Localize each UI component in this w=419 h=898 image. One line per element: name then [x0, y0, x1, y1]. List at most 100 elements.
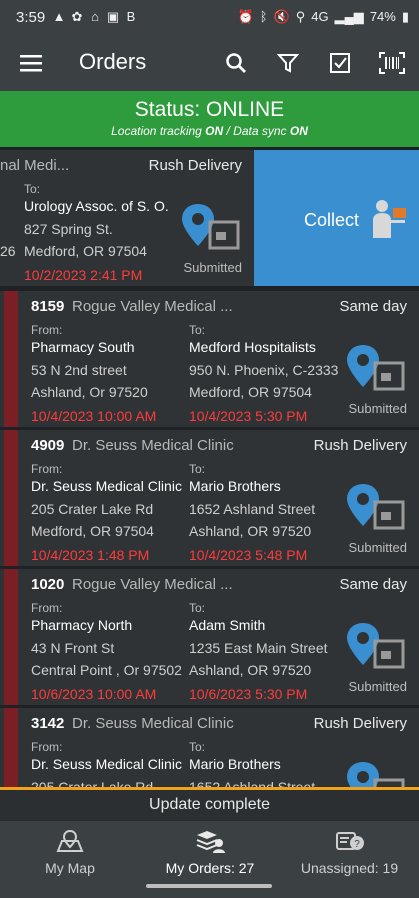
photos-icon: ✿ — [71, 9, 83, 24]
order-facility: nal Medi... — [0, 157, 70, 174]
order-id: 4909 — [31, 437, 65, 454]
from-name: Dr. Seuss Medical Clinic — [31, 478, 182, 494]
from-date: 10/4/2023 10:00 AM — [31, 408, 157, 424]
pin-package-icon — [347, 345, 405, 391]
to-city: Medford, OR 97504 — [189, 384, 312, 400]
order-id: 1020 — [31, 576, 65, 593]
to-label: To: — [189, 462, 206, 476]
delivery-type: Rush Delivery — [313, 437, 407, 454]
bluetooth-icon: ᛒ — [259, 9, 268, 24]
order-status: Submitted — [348, 540, 407, 555]
to-city: Medford, OR 97504 — [24, 243, 147, 259]
priority-bar — [4, 430, 18, 566]
from-fragment: 26 — [0, 243, 16, 259]
swiped-order-card[interactable]: nal Medi... Rush Delivery To: Urology As… — [0, 150, 254, 286]
from-street: 53 N 2nd street — [31, 362, 127, 378]
toast-text: Update complete — [149, 796, 270, 813]
to-name: Adam Smith — [189, 617, 266, 633]
to-name: Mario Brothers — [189, 478, 281, 494]
order-facility: Rogue Valley Medical ... — [72, 298, 233, 315]
app-bar: Orders — [0, 36, 419, 91]
tracking-label: Location tracking — [111, 124, 206, 138]
from-street: 205 Crater Lake Rd — [31, 779, 154, 787]
order-facility: Rogue Valley Medical ... — [72, 576, 233, 593]
orders-list[interactable]: nal Medi... Rush Delivery To: Urology As… — [0, 147, 419, 787]
order-card[interactable]: 8159 Rogue Valley Medical ... Same day From… — [0, 291, 419, 427]
map-icon — [56, 829, 84, 852]
system-status-bar: 3:59 ▲ ✿ ⌂ ▣ B ⏰ ᛒ 🔇 ⚲ 4G ▂▄▆ 74% ▮ — [0, 0, 419, 36]
update-toast: Update complete — [0, 787, 419, 821]
barcode-scan-icon[interactable] — [377, 48, 407, 78]
filter-icon[interactable] — [273, 48, 303, 78]
battery-level: 74% — [369, 9, 396, 24]
search-icon[interactable] — [221, 48, 251, 78]
notification-icons: ▲ ✿ ⌂ ▣ B — [52, 9, 138, 25]
alert-icon: ▲ — [52, 9, 66, 24]
priority-bar — [4, 291, 18, 427]
from-name: Pharmacy South — [31, 339, 135, 355]
from-street: 43 N Front St — [31, 640, 115, 656]
priority-bar — [4, 708, 18, 787]
status-banner: Status: ONLINE Location tracking ON / Da… — [0, 91, 419, 147]
checklist-icon[interactable] — [325, 48, 355, 78]
to-street: 1235 East Main Street — [189, 640, 328, 656]
from-name: Pharmacy North — [31, 617, 133, 633]
order-card[interactable]: 3142 Dr. Seuss Medical Clinic Rush Deliver… — [0, 708, 419, 787]
to-date: 10/4/2023 5:30 PM — [189, 408, 308, 424]
delivery-type: Same day — [339, 576, 407, 593]
from-name: Dr. Seuss Medical Clinic — [31, 756, 182, 772]
sync-value: ON — [289, 124, 308, 138]
from-label: From: — [31, 462, 63, 476]
system-icons: ⏰ ᛒ 🔇 ⚲ 4G ▂▄▆ 74% ▮ — [238, 9, 409, 25]
signal-icon: ▂▄▆ — [334, 9, 364, 24]
pin-package-icon — [347, 762, 405, 787]
to-street: 950 N. Phoenix, C-2333 — [189, 362, 339, 378]
from-date: 10/4/2023 1:48 PM — [31, 547, 150, 563]
from-label: From: — [31, 323, 63, 337]
order-facility: Dr. Seuss Medical Clinic — [72, 437, 234, 454]
order-card[interactable]: 1020 Rogue Valley Medical ... Same day From… — [0, 569, 419, 705]
to-label: To: — [189, 601, 206, 615]
b-app-icon: B — [126, 9, 136, 24]
tab-my-orders[interactable]: My Orders: 27 — [140, 821, 280, 891]
status-text: Status: ONLINE — [134, 98, 285, 121]
from-date: 10/6/2023 10:00 AM — [31, 686, 157, 702]
order-status: Submitted — [348, 401, 407, 416]
to-name: Urology Assoc. of S. O. — [24, 198, 169, 214]
collect-label: Collect — [304, 210, 360, 230]
to-city: Ashland, OR 97520 — [189, 662, 312, 678]
tab-label: Unassigned: 19 — [300, 860, 399, 876]
delivery-type: Same day — [339, 298, 407, 315]
orders-stack-icon — [196, 831, 225, 853]
order-card[interactable]: 4909 Dr. Seuss Medical Clinic Rush Deliver… — [0, 430, 419, 566]
location-icon: ⚲ — [295, 9, 306, 24]
tab-label: My Map — [45, 860, 95, 876]
from-city: Medford, OR 97504 — [31, 523, 154, 539]
priority-bar — [4, 569, 18, 705]
alarm-icon: ⏰ — [237, 9, 254, 24]
to-date: 10/6/2023 5:30 PM — [189, 686, 308, 702]
collect-button[interactable]: Collect — [254, 150, 419, 286]
order-status: Submitted — [348, 679, 407, 694]
to-label: To: — [189, 323, 206, 337]
tab-my-map[interactable]: My Map — [0, 821, 140, 891]
tab-unassigned[interactable]: ? Unassigned: 19 — [280, 821, 419, 891]
delivery-type: Rush Delivery — [313, 715, 407, 732]
pin-package-icon — [347, 484, 405, 530]
home-icon: ⌂ — [91, 9, 99, 24]
to-label: To: — [189, 740, 206, 754]
to-street: 1652 Ashland Street — [189, 501, 316, 517]
collect-courier-icon — [373, 200, 406, 238]
home-indicator[interactable] — [146, 884, 272, 888]
order-facility: Dr. Seuss Medical Clinic — [72, 715, 234, 732]
to-date: 10/4/2023 5:48 PM — [189, 547, 308, 563]
to-street: 827 Spring St. — [24, 221, 113, 237]
order-id: 8159 — [31, 298, 65, 315]
svg-text:?: ? — [354, 839, 360, 850]
pin-package-icon — [182, 204, 240, 250]
menu-icon[interactable] — [16, 48, 46, 78]
from-label: From: — [31, 740, 63, 754]
tracking-sync-text: Location tracking ON / Data sync ON — [0, 124, 419, 138]
from-city: Ashland, Or 97520 — [31, 384, 148, 400]
delivery-type: Rush Delivery — [148, 157, 242, 174]
